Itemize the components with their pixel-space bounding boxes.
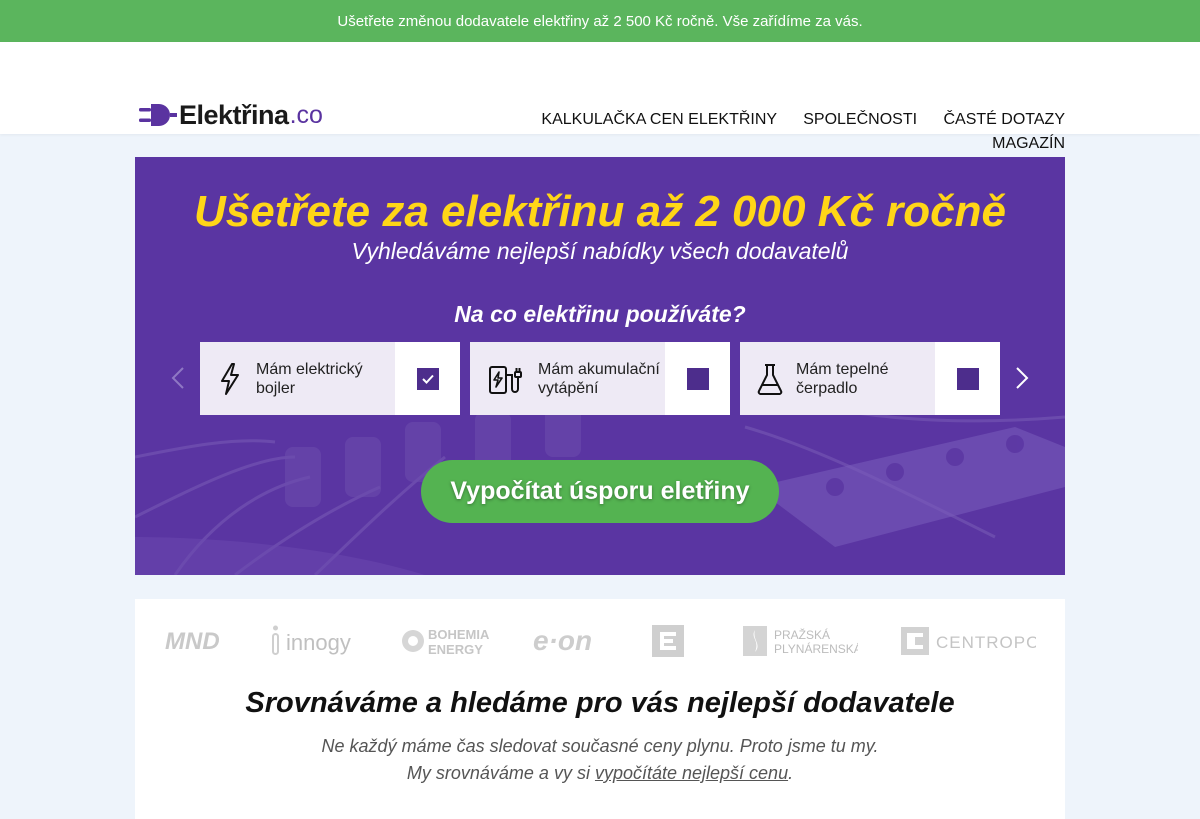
section-title: Srovnáváme a hledáme pro vás nejlepší do… (245, 687, 955, 719)
brand-logo-bohemia-energy: BOHEMIA ENERGY (400, 621, 500, 661)
hero-subtitle: Vyhledáváme nejlepší nabídky všech dodav… (351, 238, 849, 264)
hero-section: Ušetřete za elektřinu až 2 000 Kč ročně … (135, 157, 1065, 575)
nav-faq[interactable]: ČASTÉ DOTAZY (944, 111, 1066, 128)
logo-tld: .co (289, 100, 323, 129)
promo-bar: Ušetřete změnou dodavatele elektřiny až … (0, 0, 1200, 42)
usage-card-label: Mám elektrický bojler (256, 360, 363, 397)
usage-card-heat-pump[interactable]: Mám tepelné čerpadlo (740, 342, 1000, 415)
section-line-2: My srovnáváme a vy si vypočítáte nejlepš… (406, 763, 794, 783)
lightning-icon (221, 362, 239, 395)
carousel-next-button[interactable] (1007, 363, 1037, 393)
svg-text:MND: MND (165, 628, 220, 655)
suppliers-section: MND innogy BOHEMIA ENERGY e·on PRAŽSKÁ P… (135, 599, 1065, 819)
checkbox-checked[interactable] (416, 367, 439, 390)
svg-text:e·on: e·on (533, 625, 592, 656)
calculate-price-link[interactable]: vypočítáte nejlepší cenu (595, 763, 788, 783)
brand-logo-centropol: CENTROPOL (900, 621, 1036, 661)
brand-logo-prazska-plynarenska: PRAŽSKÁ PLYNÁRENSKÁ (742, 621, 858, 661)
brand-logo-innogy: innogy (270, 621, 365, 661)
flask-icon (757, 363, 783, 395)
promo-text: Ušetřete změnou dodavatele elektřiny až … (337, 12, 863, 30)
ev-charger-icon (489, 365, 522, 394)
svg-text:ENERGY: ENERGY (428, 642, 483, 657)
nav-companies[interactable]: SPOLEČNOSTI (803, 111, 917, 128)
usage-card-label: Mám akumulační vytápění (538, 360, 660, 397)
logo-name: Elektřina (179, 99, 289, 130)
nav-calculator[interactable]: KALKULAČKA CEN ELEKTŘINY (541, 111, 776, 128)
brand-logo-eon: e·on (533, 621, 617, 661)
chevron-right-icon (1016, 367, 1029, 389)
brand-logo-mnd: MND (165, 621, 233, 661)
hero-title: Ušetřete za elektřinu až 2 000 Kč ročně (194, 187, 1006, 236)
brand-logo-cez (651, 621, 685, 661)
chevron-left-icon (171, 367, 184, 389)
svg-text:PLYNÁRENSKÁ: PLYNÁRENSKÁ (774, 641, 858, 656)
section-line-1: Ne každý máme čas sledovat současné ceny… (321, 736, 879, 756)
svg-text:innogy: innogy (286, 630, 351, 655)
usage-card-boiler[interactable]: Mám elektrický bojler (200, 342, 460, 415)
checkbox-unchecked[interactable] (686, 367, 709, 390)
usage-card-storage-heating[interactable]: Mám akumulační vytápění (470, 342, 730, 415)
site-logo[interactable]: Elektřina .co (137, 100, 323, 130)
site-header: Elektřina .co KALKULAČKA CEN ELEKTŘINY SP… (0, 42, 1200, 152)
svg-text:BOHEMIA: BOHEMIA (428, 627, 490, 642)
checkmark-icon (421, 374, 434, 384)
main-nav: KALKULAČKA CEN ELEKTŘINY SPOLEČNOSTI ČAS… (505, 108, 1065, 156)
carousel-prev-button[interactable] (163, 363, 193, 393)
checkbox-unchecked[interactable] (956, 367, 979, 390)
usage-card-label: Mám tepelné čerpadlo (796, 360, 889, 397)
usage-question: Na co elektřinu používáte? (454, 301, 746, 327)
svg-text:CENTROPOL: CENTROPOL (936, 633, 1036, 652)
nav-magazine[interactable]: MAGAZÍN (992, 135, 1065, 152)
plug-icon (139, 104, 177, 126)
calculate-savings-button[interactable]: Vypočítat úsporu eletřiny (421, 460, 779, 523)
svg-text:PRAŽSKÁ: PRAŽSKÁ (774, 627, 830, 642)
